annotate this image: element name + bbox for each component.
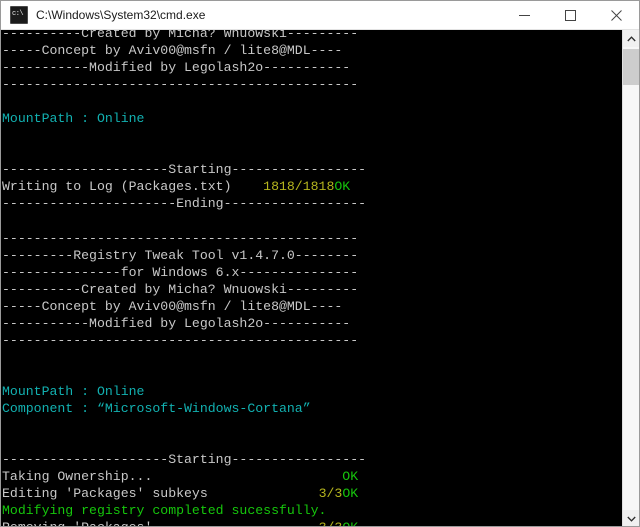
- console-text: Editing 'Packages' subkeys: [2, 486, 319, 502]
- maximize-button[interactable]: [547, 1, 593, 29]
- console-line: ---------------------Starting-----------…: [1, 161, 622, 178]
- console-line: Editing 'Packages' subkeys 3/3OK: [1, 485, 622, 502]
- console-text: OK: [342, 486, 359, 502]
- console-text: OK: [342, 520, 358, 526]
- console-text: 3/3: [318, 486, 343, 502]
- chevron-down-icon: [627, 516, 636, 522]
- console-output[interactable]: ----------Created by Micha? Wnuowski----…: [1, 30, 622, 526]
- console-line: ----------------------------------------…: [1, 332, 622, 349]
- console-text: Writing to Log (Packages.txt): [2, 179, 264, 195]
- vertical-scrollbar[interactable]: [622, 30, 639, 526]
- console-text: ----------------------------------------…: [2, 230, 359, 246]
- scroll-up-arrow[interactable]: [623, 30, 639, 47]
- console-text: Modifying registry completed sucessfully…: [2, 503, 327, 519]
- cmd-icon: [10, 6, 28, 24]
- console-text: -----Concept by Aviv00@msfn / lite8@MDL-…: [2, 298, 343, 314]
- minimize-icon: [518, 14, 530, 16]
- console-text: OK: [334, 179, 351, 195]
- console-line: ----------Created by Micha? Wnuowski----…: [1, 281, 622, 298]
- console-text: MountPath : Online: [2, 111, 145, 127]
- console-text: ---------------for Windows 6.x----------…: [2, 264, 359, 280]
- console-line: MountPath : Online: [1, 383, 622, 400]
- console-text: 3/3: [319, 520, 343, 526]
- console-line: ----------------------------------------…: [1, 76, 622, 93]
- console-line: Modifying registry completed sucessfully…: [1, 502, 622, 519]
- console-area: ----------Created by Micha? Wnuowski----…: [1, 30, 639, 526]
- scroll-thumb[interactable]: [623, 49, 639, 85]
- console-line: ---------Registry Tweak Tool v1.4.7.0---…: [1, 247, 622, 264]
- scrollbar-track[interactable]: [623, 47, 639, 510]
- scroll-down-arrow[interactable]: [623, 510, 639, 526]
- cmd-window: C:\Windows\System32\cmd.exe ----------Cr…: [0, 0, 640, 527]
- console-text: Component : “Microsoft-Windows-Cortana”: [2, 401, 311, 417]
- console-line: ---------------------Starting-----------…: [1, 451, 622, 468]
- console-text: -----------Modified by Legolash2o-------…: [2, 60, 351, 76]
- console-line: ----------Created by Micha? Wnuowski----…: [1, 30, 622, 42]
- console-text: -----------Modified by Legolash2o-------…: [2, 315, 351, 331]
- console-line: MountPath : Online: [1, 110, 622, 127]
- console-line: Component : “Microsoft-Windows-Cortana”: [1, 400, 622, 417]
- console-lines: ----------Created by Micha? Wnuowski----…: [1, 30, 622, 526]
- console-line: Removing 'Packages'... 3/3OK: [1, 519, 622, 526]
- close-button[interactable]: [593, 1, 639, 29]
- console-line: -----------Modified by Legolash2o-------…: [1, 315, 622, 332]
- console-text: ---------------------Starting-----------…: [2, 162, 367, 178]
- console-text: 1818/1818: [263, 179, 335, 195]
- console-text: ---------------------Starting-----------…: [2, 452, 367, 468]
- console-text: ----------Created by Micha? Wnuowski----…: [2, 281, 359, 297]
- minimize-button[interactable]: [501, 1, 547, 29]
- maximize-icon: [564, 9, 576, 21]
- console-line: -----Concept by Aviv00@msfn / lite8@MDL-…: [1, 298, 622, 315]
- window-title: C:\Windows\System32\cmd.exe: [36, 8, 206, 22]
- console-line: Writing to Log (Packages.txt) 1818/1818O…: [1, 178, 622, 195]
- console-line: ----------------------------------------…: [1, 230, 622, 247]
- console-line: -----------Modified by Legolash2o-------…: [1, 59, 622, 76]
- console-text: ----------Created by Micha? Wnuowski----…: [2, 30, 359, 41]
- console-text: ----------------------------------------…: [2, 77, 359, 93]
- console-line: Taking Ownership... OK: [1, 468, 622, 485]
- console-line: -----Concept by Aviv00@msfn / lite8@MDL-…: [1, 42, 622, 59]
- console-text: ----------------------------------------…: [2, 332, 359, 348]
- console-line: ---------------for Windows 6.x----------…: [1, 264, 622, 281]
- console-text: Taking Ownership...: [2, 469, 343, 485]
- title-bar[interactable]: C:\Windows\System32\cmd.exe: [1, 1, 639, 30]
- console-text: MountPath : Online: [2, 383, 145, 399]
- console-text: OK: [342, 469, 359, 485]
- console-line: ----------------------Ending------------…: [1, 195, 622, 212]
- console-text: Removing 'Packages'...: [2, 520, 319, 526]
- console-text: -----Concept by Aviv00@msfn / lite8@MDL-…: [2, 43, 343, 59]
- console-text: ----------------------Ending------------…: [2, 196, 367, 212]
- close-icon: [610, 9, 622, 21]
- console-text: ---------Registry Tweak Tool v1.4.7.0---…: [2, 247, 359, 263]
- chevron-up-icon: [627, 35, 636, 41]
